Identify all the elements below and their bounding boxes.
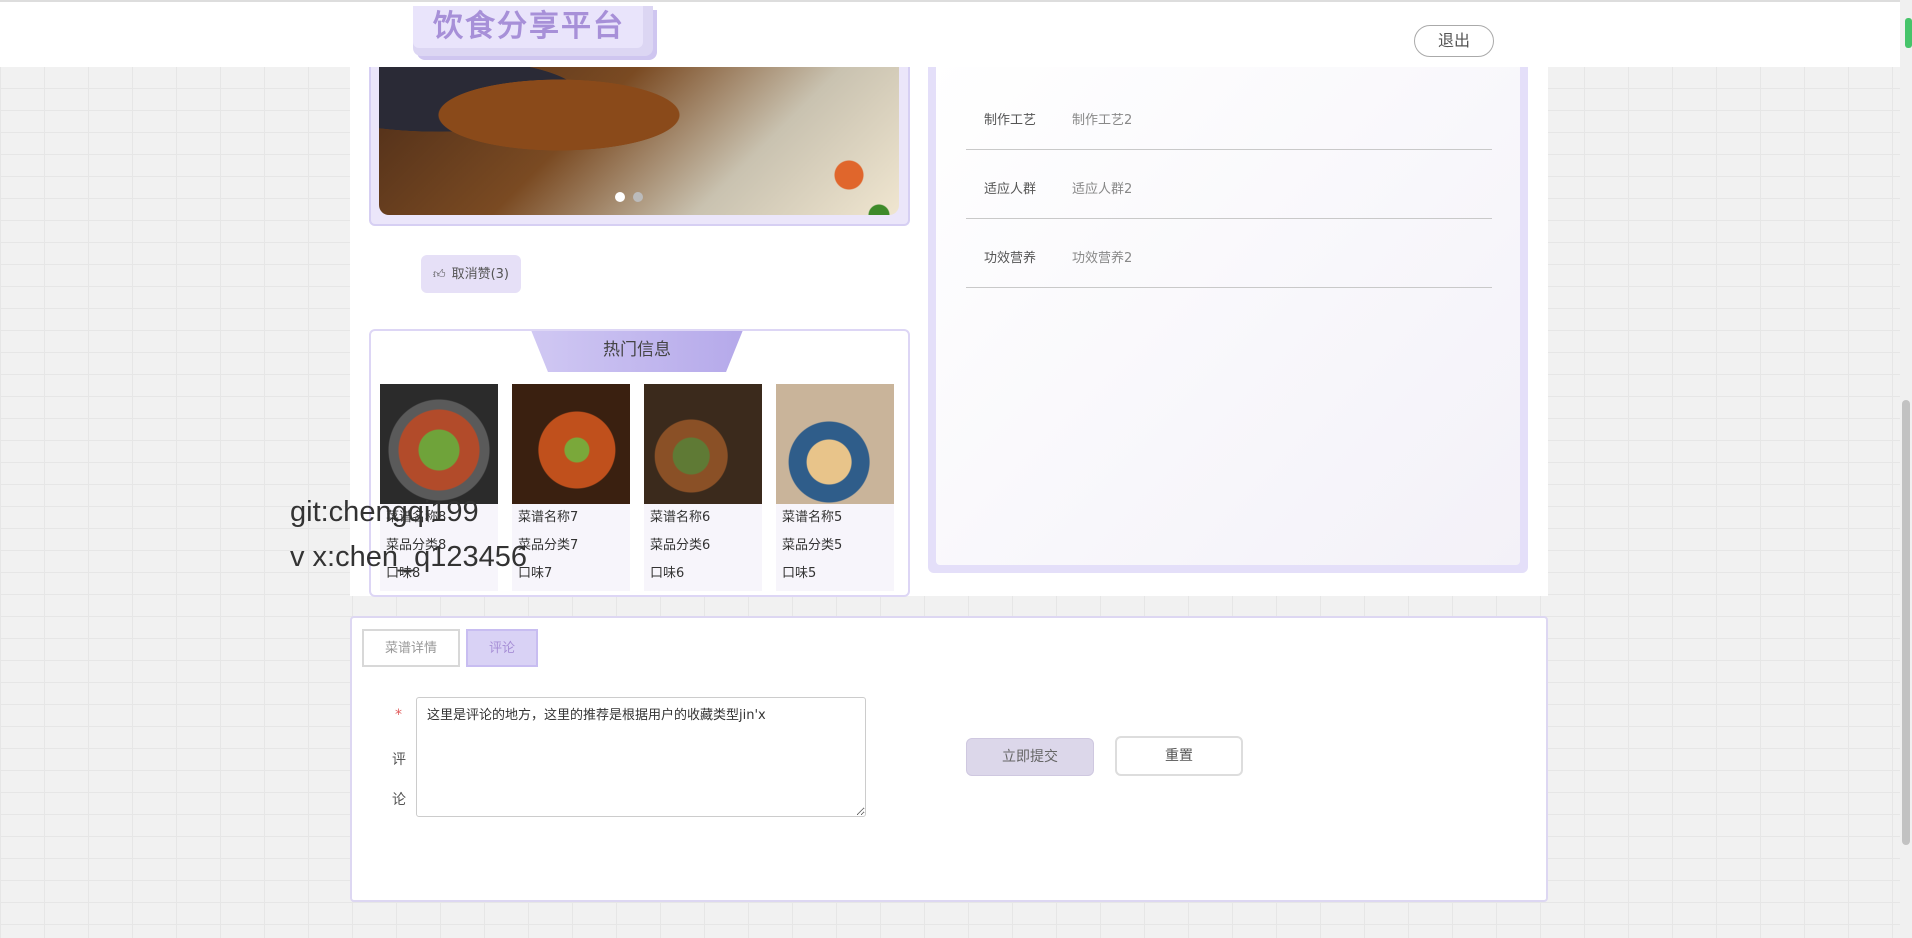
detail-key: 制作工艺 bbox=[984, 113, 1037, 128]
watermark-overlay: git:chengqi199 v x:chen_q123456 bbox=[290, 490, 527, 580]
recipe-details-panel: 制作工艺 制作工艺2 适应人群 适应人群2 功效营养 功效营养2 bbox=[928, 55, 1528, 573]
detail-key: 适应人群 bbox=[984, 182, 1037, 197]
top-bar: 饮食分享平台 退出 bbox=[0, 0, 1900, 67]
scroll-indicator bbox=[1905, 18, 1912, 48]
page-scrollbar[interactable] bbox=[1900, 0, 1912, 938]
hot-item-card[interactable]: 菜谱名称6 菜品分类6 口味6 bbox=[644, 384, 762, 591]
hot-item-image[interactable] bbox=[512, 384, 630, 504]
comment-textarea[interactable]: 这里是评论的地方，这里的推荐是根据用户的收藏类型jin'x bbox=[416, 697, 866, 817]
thumbs-up-icon: 👍︎ bbox=[433, 267, 446, 281]
tab-comment[interactable]: 评论 bbox=[466, 629, 538, 667]
hot-item-category: 菜品分类6 bbox=[650, 538, 711, 553]
hot-item-image[interactable] bbox=[644, 384, 762, 504]
carousel-image bbox=[379, 55, 899, 215]
comment-label-char-1: 评 bbox=[392, 752, 406, 768]
site-logo[interactable]: 饮食分享平台 bbox=[413, 6, 653, 56]
scrollbar-thumb[interactable] bbox=[1902, 400, 1910, 845]
recipe-main-card: 👍︎ 取消赞(3) 热门信息 菜谱名称8 菜品分类8 口味8 菜谱名称7 菜品分类… bbox=[350, 55, 1548, 597]
detail-value: 适应人群2 bbox=[1072, 182, 1133, 197]
hot-item-name: 菜谱名称5 bbox=[782, 510, 843, 525]
unlike-label: 取消赞(3) bbox=[451, 267, 509, 282]
carousel-dot-2[interactable] bbox=[633, 192, 643, 202]
hot-item-taste: 口味7 bbox=[518, 566, 553, 581]
unlike-button[interactable]: 👍︎ 取消赞(3) bbox=[421, 255, 521, 293]
carousel-dot-1[interactable] bbox=[615, 192, 625, 202]
hot-info-title: 热门信息 bbox=[531, 331, 743, 372]
required-mark: * bbox=[395, 707, 402, 723]
hot-item-card[interactable]: 菜谱名称7 菜品分类7 口味7 bbox=[512, 384, 630, 591]
detail-key: 功效营养 bbox=[984, 251, 1037, 266]
image-carousel bbox=[369, 55, 910, 226]
logout-button[interactable]: 退出 bbox=[1414, 25, 1494, 57]
detail-row-audience: 适应人群 适应人群2 bbox=[966, 150, 1492, 219]
comment-section: 菜谱详情 评论 * 评 论 这里是评论的地方，这里的推荐是根据用户的收藏类型ji… bbox=[350, 616, 1548, 902]
hot-item-image[interactable] bbox=[776, 384, 894, 504]
hot-item-name: 菜谱名称7 bbox=[518, 510, 579, 525]
hot-item-taste: 口味5 bbox=[782, 566, 817, 581]
comment-label-char-2: 论 bbox=[392, 792, 406, 808]
hot-item-taste: 口味6 bbox=[650, 566, 685, 581]
recipe-details-list: 制作工艺 制作工艺2 适应人群 适应人群2 功效营养 功效营养2 bbox=[936, 55, 1520, 565]
reset-button[interactable]: 重置 bbox=[1115, 736, 1243, 776]
hot-item-card[interactable]: 菜谱名称5 菜品分类5 口味5 bbox=[776, 384, 894, 591]
watermark-line-1: git:chengqi199 bbox=[290, 496, 479, 528]
hot-item-category: 菜品分类7 bbox=[518, 538, 579, 553]
submit-button[interactable]: 立即提交 bbox=[966, 738, 1094, 776]
watermark-line-2: v x:chen_q123456 bbox=[290, 541, 528, 573]
tab-recipe-detail[interactable]: 菜谱详情 bbox=[362, 629, 460, 667]
detail-row-nutrition: 功效营养 功效营养2 bbox=[966, 219, 1492, 288]
detail-row-process: 制作工艺 制作工艺2 bbox=[966, 81, 1492, 150]
site-title[interactable]: 饮食分享平台 bbox=[413, 6, 643, 48]
carousel-indicators bbox=[615, 190, 651, 206]
hot-item-name: 菜谱名称6 bbox=[650, 510, 711, 525]
hot-item-category: 菜品分类5 bbox=[782, 538, 843, 553]
detail-value: 制作工艺2 bbox=[1072, 113, 1133, 128]
detail-value: 功效营养2 bbox=[1072, 251, 1133, 266]
hot-item-image[interactable] bbox=[380, 384, 498, 504]
